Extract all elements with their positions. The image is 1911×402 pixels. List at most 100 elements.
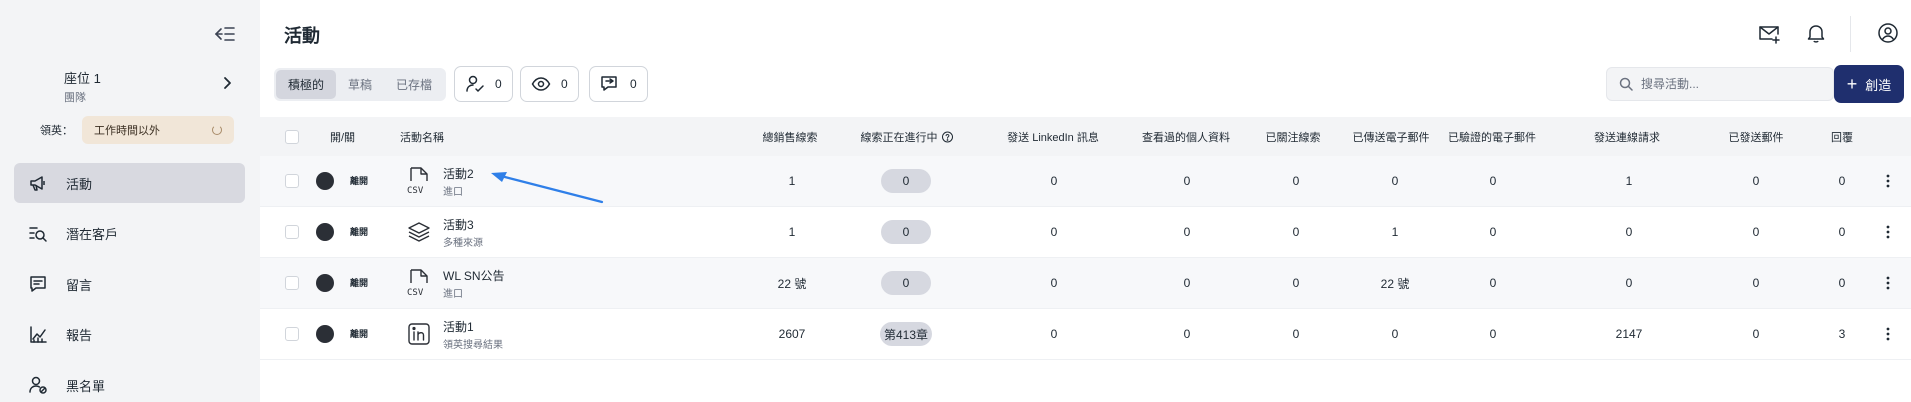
sidebar-nav: 活動 潛在客戶 留言 報告 黑名單: [14, 163, 245, 402]
select-all-checkbox[interactable]: [285, 129, 299, 144]
svg-text:CSV: CSV: [407, 186, 424, 196]
campaign-name[interactable]: 活動1: [443, 318, 503, 335]
tab-active[interactable]: 積極的: [276, 70, 337, 99]
row-checkbox[interactable]: [285, 276, 299, 290]
more-options-icon[interactable]: [1886, 225, 1890, 239]
header-emails-sent[interactable]: 已傳送電子郵件: [1353, 117, 1430, 156]
help-icon[interactable]: [942, 131, 954, 143]
svg-text:CSV: CSV: [407, 288, 424, 298]
collapse-sidebar-icon[interactable]: [214, 24, 236, 44]
sidebar-item-reports[interactable]: 報告: [14, 315, 245, 355]
create-campaign-button[interactable]: + 創造: [1834, 65, 1904, 103]
topbar-divider: [1850, 16, 1851, 52]
linkedin-icon: [406, 319, 432, 349]
status-tabs: 積極的 草稿 已存檔: [274, 68, 447, 101]
tab-archived[interactable]: 已存檔: [384, 70, 444, 99]
sidebar-item-campaigns[interactable]: 活動: [14, 163, 245, 203]
emails-verified-value: 0: [1489, 174, 1497, 188]
connection-requests-value: 0: [1625, 225, 1633, 239]
csv-file-icon: CSV: [406, 268, 432, 298]
bell-icon[interactable]: [1805, 22, 1827, 44]
viewed-count: 0: [561, 77, 568, 91]
replied-count: 0: [630, 77, 637, 91]
header-total-leads[interactable]: 總銷售線索: [763, 117, 818, 156]
header-followed-leads[interactable]: 已關注線索: [1266, 117, 1321, 156]
campaign-toggle[interactable]: [314, 324, 346, 344]
more-options-icon[interactable]: [1886, 174, 1890, 188]
header-in-progress-label: 線索正在進行中: [860, 131, 938, 144]
toggle-state-label: 離開: [350, 176, 369, 186]
campaign-toggle[interactable]: [314, 171, 346, 191]
sidebar-item-label: 潛在客戶: [66, 227, 119, 242]
campaign-table: 開/關 活動名稱 總銷售線索 線索正在進行中 發送 LinkedIn 訊息 查看…: [260, 117, 1911, 360]
header-viewed-profiles[interactable]: 查看過的個人資料: [1142, 117, 1230, 156]
row-checkbox[interactable]: [285, 225, 299, 239]
spinner-icon: [212, 125, 222, 135]
sidebar-item-leads[interactable]: 潛在客戶: [14, 214, 245, 254]
header-toggle: 開/關: [330, 131, 356, 144]
header-in-progress[interactable]: 線索正在進行中: [861, 117, 954, 156]
sidebar-item-messages[interactable]: 留言: [14, 264, 245, 304]
create-label: 創造: [1865, 77, 1892, 93]
row-checkbox[interactable]: [285, 327, 299, 341]
header-linkedin-messages[interactable]: 發送 LinkedIn 訊息: [1007, 117, 1099, 156]
header-mails-sent[interactable]: 已發送郵件: [1729, 117, 1784, 156]
sidebar-item-label: 黑名單: [66, 378, 106, 394]
emails-sent-value: 0: [1391, 327, 1399, 341]
layers-icon: [406, 217, 432, 247]
campaign-toggle[interactable]: [314, 273, 346, 293]
seat-selector[interactable]: 座位 1 團隊: [64, 68, 101, 105]
search-icon: [1619, 77, 1633, 91]
campaign-name[interactable]: WL SN公告: [443, 267, 505, 284]
accepted-filter-button[interactable]: 0: [454, 66, 513, 102]
toggle-state-label: 離開: [350, 227, 369, 237]
emails-verified-value: 0: [1489, 276, 1497, 290]
accepted-count: 0: [495, 77, 502, 91]
emails-sent-value: 22 號: [1380, 276, 1410, 291]
linkedin-messages-value: 0: [1050, 225, 1058, 239]
campaign-name[interactable]: 活動3: [443, 216, 483, 233]
user-account-icon[interactable]: [1877, 22, 1899, 44]
emails-sent-value: 0: [1391, 174, 1399, 188]
followed-leads-value: 0: [1292, 225, 1300, 239]
header-replies[interactable]: 回覆: [1831, 117, 1853, 156]
replied-filter-button[interactable]: 0: [589, 66, 648, 102]
campaign-source: 進口: [443, 288, 463, 300]
megaphone-icon: [28, 173, 48, 193]
more-options-icon[interactable]: [1886, 276, 1890, 290]
row-checkbox[interactable]: [285, 174, 299, 188]
search-box: [1606, 67, 1834, 101]
toggle-knob: [316, 223, 334, 241]
header-emails-verified[interactable]: 已驗證的電子郵件: [1448, 117, 1536, 156]
sidebar-item-label: 活動: [66, 176, 93, 192]
total-leads-value: 2607: [778, 327, 806, 341]
table-row[interactable]: 離開 活動1 領英搜尋結果 2607 第413章 0 0 0 0 0 2147 …: [260, 309, 1911, 360]
linkedin-status-badge[interactable]: 工作時間以外: [82, 116, 234, 144]
search-list-icon: [28, 224, 48, 244]
csv-file-icon: CSV: [406, 166, 432, 196]
header-name[interactable]: 活動名稱: [400, 117, 444, 156]
linkedin-messages-value: 0: [1050, 327, 1058, 341]
mails-sent-value: 0: [1752, 225, 1760, 239]
mail-plus-icon[interactable]: [1758, 22, 1780, 44]
sidebar-item-blacklist[interactable]: 黑名單: [14, 365, 245, 402]
more-options-icon[interactable]: [1886, 327, 1890, 341]
sidebar-item-label: 留言: [66, 277, 93, 293]
chevron-right-icon[interactable]: [220, 76, 234, 90]
search-input[interactable]: [1641, 77, 1811, 91]
campaign-toggle[interactable]: [314, 222, 346, 242]
followed-leads-value: 0: [1292, 327, 1300, 341]
linkedin-messages-value: 0: [1050, 276, 1058, 290]
campaign-source: 多種來源: [443, 237, 483, 249]
emails-sent-value: 1: [1391, 225, 1399, 239]
table-row[interactable]: 離開 CSV WL SN公告 進口 22 號 0 0 0 0 22 號 0 0 …: [260, 258, 1911, 309]
campaign-source: 領英搜尋結果: [443, 339, 503, 351]
in-progress-badge: 0: [881, 220, 931, 244]
header-connection-requests[interactable]: 發送連線請求: [1594, 117, 1660, 156]
emails-verified-value: 0: [1489, 225, 1497, 239]
campaign-name[interactable]: 活動2: [443, 165, 474, 182]
viewed-filter-button[interactable]: 0: [520, 66, 579, 102]
tab-drafts[interactable]: 草稿: [336, 70, 384, 99]
table-row[interactable]: 離開 活動3 多種來源 1 0 0 0 0 1 0 0 0 0: [260, 207, 1911, 258]
campaign-source: 進口: [443, 186, 463, 198]
